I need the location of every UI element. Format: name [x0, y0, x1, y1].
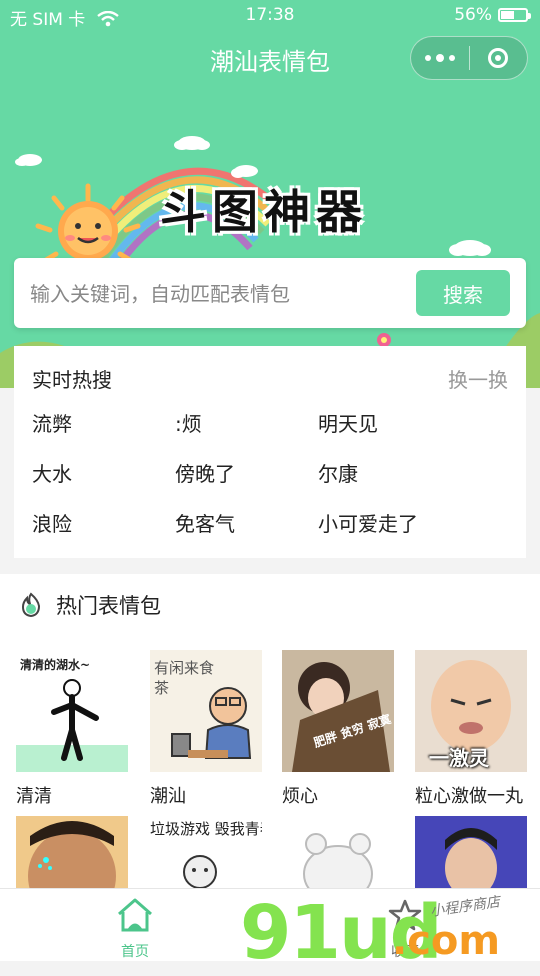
sticker-image: 肥胖 贫穷 寂寞	[282, 650, 394, 772]
hot-keyword[interactable]: 明天见	[318, 408, 378, 437]
hot-keyword[interactable]: 免客气	[175, 508, 235, 537]
hot-keyword[interactable]: 小可爱走了	[318, 508, 418, 537]
search-card: 搜索	[14, 258, 526, 328]
hot-keyword[interactable]: 傍晚了	[175, 458, 235, 487]
refresh-button[interactable]: 换一换	[448, 364, 508, 393]
sticker-caption-text: 一激灵	[429, 746, 489, 770]
sticker-card[interactable]	[415, 816, 527, 888]
battery-icon	[498, 8, 531, 22]
tab-home-label: 首页	[121, 944, 149, 960]
nav-bar: 潮汕表情包	[0, 30, 540, 88]
tab-home[interactable]: 首页	[90, 897, 180, 961]
sticker-image	[16, 816, 128, 888]
sticker-label: 烦心	[282, 786, 318, 807]
hot-search-title: 实时热搜	[32, 368, 112, 392]
sticker-image: 垃圾游戏 毁我青春	[150, 816, 262, 888]
watermark-suffix: .com	[392, 918, 501, 964]
hero-title: 斗图神器	[160, 185, 368, 239]
sticker-card[interactable]: 垃圾游戏 毁我青春	[150, 816, 262, 888]
flame-icon	[21, 592, 41, 618]
hot-keyword[interactable]: 尔康	[318, 458, 358, 487]
sticker-image: 有闲来食茶	[150, 650, 262, 772]
status-bar: 无 SIM 卡 17:38 56%	[0, 0, 540, 30]
hot-keyword[interactable]: 浪险	[32, 508, 72, 537]
target-icon	[488, 48, 509, 68]
search-input[interactable]	[28, 274, 402, 314]
more-button[interactable]	[411, 54, 469, 62]
sticker-card[interactable]: 肥胖 贫穷 寂寞 烦心	[282, 650, 394, 808]
hero-banner: 斗图神器	[0, 88, 540, 388]
battery-percent: 56%	[454, 5, 492, 25]
sticker-image: 清清的湖水~	[16, 650, 128, 772]
sticker-card[interactable]	[16, 816, 128, 888]
hot-search-card: 实时热搜 换一换 流弊 :烦 明天见 大水 傍晚了 尔康 浪险 免客气 小可爱走…	[14, 346, 526, 558]
home-icon	[118, 898, 152, 932]
sticker-card[interactable]: 一激灵 粒心激做一丸	[415, 650, 527, 808]
popular-title: 热门表情包	[56, 594, 161, 618]
sticker-image	[282, 816, 394, 888]
sticker-image: 一激灵	[415, 650, 527, 772]
sticker-card[interactable]	[282, 816, 394, 888]
hot-keyword[interactable]: 流弊	[32, 408, 72, 437]
hot-keyword[interactable]: 大水	[32, 458, 72, 487]
sticker-card[interactable]: 有闲来食茶 潮汕	[150, 650, 262, 808]
popular-header: 热门表情包	[18, 590, 161, 620]
sticker-label: 粒心激做一丸	[415, 786, 523, 807]
sticker-card[interactable]: 清清的湖水~ 清清	[16, 650, 128, 808]
search-button[interactable]: 搜索	[416, 270, 510, 316]
miniprogram-capsule	[410, 36, 528, 80]
sticker-label: 潮汕	[150, 786, 186, 807]
more-dots-icon	[424, 55, 431, 61]
sticker-image	[415, 816, 527, 888]
close-miniprogram-button[interactable]	[470, 48, 528, 68]
sticker-label: 清清	[16, 786, 52, 807]
hot-keyword[interactable]: :烦	[175, 408, 202, 437]
battery-group: 56%	[454, 5, 531, 25]
